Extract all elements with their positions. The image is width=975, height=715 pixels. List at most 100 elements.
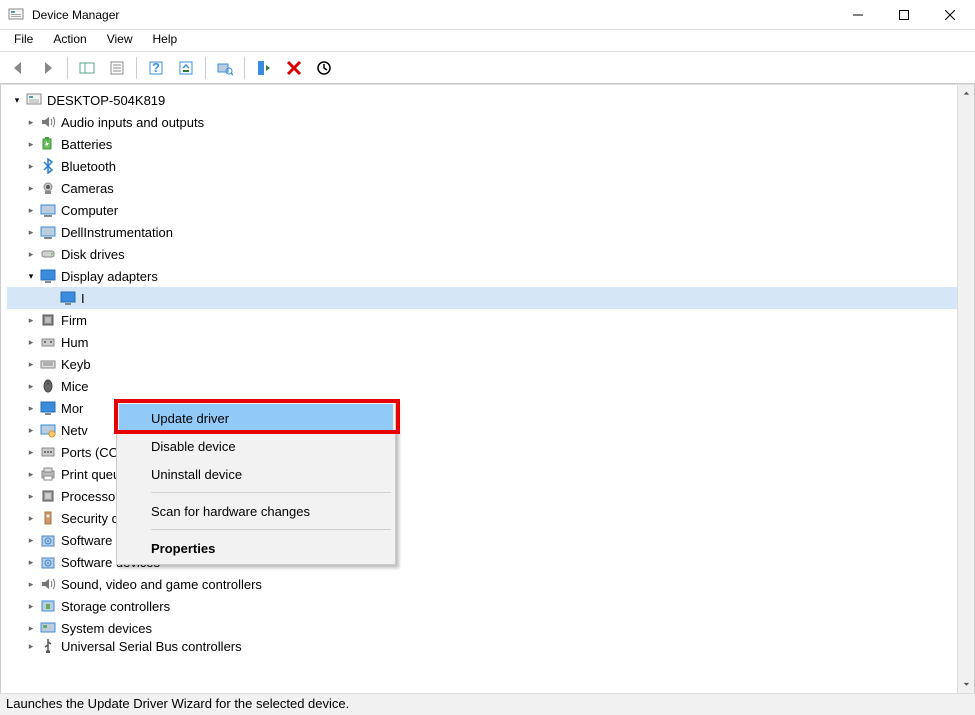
- tree-node[interactable]: ▸ Firm: [7, 309, 974, 331]
- tree-node[interactable]: ▾DESKTOP-504K819: [7, 89, 974, 111]
- tree-node[interactable]: ▸Bluetooth: [7, 155, 974, 177]
- tree-node[interactable]: ▸ Sound, video and game controllers: [7, 573, 974, 595]
- minimize-button[interactable]: [835, 0, 881, 30]
- help-button[interactable]: ?: [142, 55, 170, 81]
- tree-node[interactable]: ▸ Mice: [7, 375, 974, 397]
- monitor-icon: [39, 399, 57, 417]
- expand-icon[interactable]: ▸: [25, 447, 37, 458]
- tree-node-label: Firm: [61, 313, 87, 328]
- properties-button[interactable]: [103, 55, 131, 81]
- computer-icon: [39, 223, 57, 241]
- expand-icon[interactable]: ▸: [25, 161, 37, 172]
- printer-icon: [39, 465, 57, 483]
- expand-icon[interactable]: ▸: [25, 469, 37, 480]
- forward-button[interactable]: [34, 55, 62, 81]
- enable-device-button[interactable]: [250, 55, 278, 81]
- tree-node-label: Disk drives: [61, 247, 125, 262]
- expand-icon[interactable]: ▸: [25, 183, 37, 194]
- maximize-button[interactable]: [881, 0, 927, 30]
- tree-node-label: Hum: [61, 335, 88, 350]
- close-button[interactable]: [927, 0, 973, 30]
- bluetooth-icon: [39, 157, 57, 175]
- scroll-up-icon[interactable]: ⏶: [958, 85, 975, 102]
- back-button[interactable]: [4, 55, 32, 81]
- toolbar-separator: [244, 57, 245, 79]
- vertical-scrollbar[interactable]: ⏶ ⏷: [957, 85, 974, 693]
- expand-icon[interactable]: ▸: [25, 579, 37, 590]
- context-menu-item[interactable]: Update driver: [119, 404, 393, 432]
- tree-node-label: DellInstrumentation: [61, 225, 173, 240]
- audio-icon: [39, 575, 57, 593]
- expand-icon[interactable]: ▸: [25, 403, 37, 414]
- update-button[interactable]: [172, 55, 200, 81]
- expand-icon[interactable]: ▸: [25, 315, 37, 326]
- tree-node[interactable]: ▾Display adapters: [7, 265, 974, 287]
- expand-icon[interactable]: ▸: [25, 425, 37, 436]
- computer-icon: [39, 201, 57, 219]
- menu-help[interactable]: Help: [143, 30, 188, 51]
- window-title: Device Manager: [32, 8, 835, 22]
- tree-node[interactable]: ▸Keyb: [7, 353, 974, 375]
- device-tree[interactable]: ▾DESKTOP-504K819 ▸ Audio inputs and output…: [1, 85, 974, 653]
- tree-node-label: Sound, video and game controllers: [61, 577, 262, 592]
- mouse-icon: [39, 377, 57, 395]
- chip-icon: [39, 311, 57, 329]
- tree-node[interactable]: ▸ Hum: [7, 331, 974, 353]
- tree-node[interactable]: ▸ DellInstrumentation: [7, 221, 974, 243]
- expand-icon[interactable]: ▸: [25, 641, 37, 652]
- menu-action[interactable]: Action: [43, 30, 96, 51]
- expand-icon[interactable]: ▸: [25, 557, 37, 568]
- device-tree-container: ▾DESKTOP-504K819 ▸ Audio inputs and output…: [0, 84, 975, 694]
- expand-icon[interactable]: ▸: [25, 139, 37, 150]
- toolbar-separator: [205, 57, 206, 79]
- system-icon: [39, 619, 57, 637]
- tree-node[interactable]: I: [7, 287, 974, 309]
- tree-node[interactable]: ▸ Storage controllers: [7, 595, 974, 617]
- monitor-icon: [59, 289, 77, 307]
- tree-node-label: Netv: [61, 423, 88, 438]
- tree-node[interactable]: ▸ Audio inputs and outputs: [7, 111, 974, 133]
- expand-icon[interactable]: ▸: [25, 491, 37, 502]
- tree-node[interactable]: ▸ Computer: [7, 199, 974, 221]
- tree-node-label: Storage controllers: [61, 599, 170, 614]
- disable-device-button[interactable]: [310, 55, 338, 81]
- expand-icon[interactable]: ▸: [25, 117, 37, 128]
- expand-icon[interactable]: ▸: [25, 623, 37, 634]
- collapse-icon[interactable]: ▾: [11, 95, 23, 106]
- context-menu-item[interactable]: Properties: [119, 534, 393, 562]
- context-menu-item[interactable]: Scan for hardware changes: [119, 497, 393, 525]
- tree-node[interactable]: ▸Batteries: [7, 133, 974, 155]
- expand-icon[interactable]: ▸: [25, 249, 37, 260]
- context-menu-item[interactable]: Disable device: [119, 432, 393, 460]
- context-menu-item[interactable]: Uninstall device: [119, 460, 393, 488]
- expand-icon[interactable]: ▸: [25, 359, 37, 370]
- tree-node[interactable]: ▸Cameras: [7, 177, 974, 199]
- tree-node-label: Computer: [61, 203, 118, 218]
- storage-icon: [39, 597, 57, 615]
- expand-icon[interactable]: ▸: [25, 381, 37, 392]
- network-icon: [39, 421, 57, 439]
- expand-icon[interactable]: ▸: [25, 227, 37, 238]
- statusbar: Launches the Update Driver Wizard for th…: [0, 693, 975, 715]
- collapse-icon[interactable]: ▾: [25, 271, 37, 282]
- menu-view[interactable]: View: [97, 30, 143, 51]
- statusbar-text: Launches the Update Driver Wizard for th…: [6, 696, 349, 711]
- expand-icon[interactable]: ▸: [25, 601, 37, 612]
- tree-node[interactable]: ▸ Disk drives: [7, 243, 974, 265]
- uninstall-device-button[interactable]: [280, 55, 308, 81]
- expand-icon[interactable]: ▸: [25, 205, 37, 216]
- context-menu: Update driverDisable deviceUninstall dev…: [116, 401, 396, 565]
- expand-icon[interactable]: ▸: [25, 513, 37, 524]
- menu-file[interactable]: File: [4, 30, 43, 51]
- scan-hardware-button[interactable]: [211, 55, 239, 81]
- tree-node[interactable]: ▸System devices: [7, 617, 974, 639]
- show-hide-tree-button[interactable]: [73, 55, 101, 81]
- app-icon: [8, 7, 24, 23]
- tree-node[interactable]: ▸Universal Serial Bus controllers: [7, 639, 974, 653]
- expand-icon[interactable]: ▸: [25, 337, 37, 348]
- tree-node-label: Mice: [61, 379, 88, 394]
- software-icon: [39, 553, 57, 571]
- tree-node-label: Audio inputs and outputs: [61, 115, 204, 130]
- scroll-down-icon[interactable]: ⏷: [958, 676, 975, 693]
- expand-icon[interactable]: ▸: [25, 535, 37, 546]
